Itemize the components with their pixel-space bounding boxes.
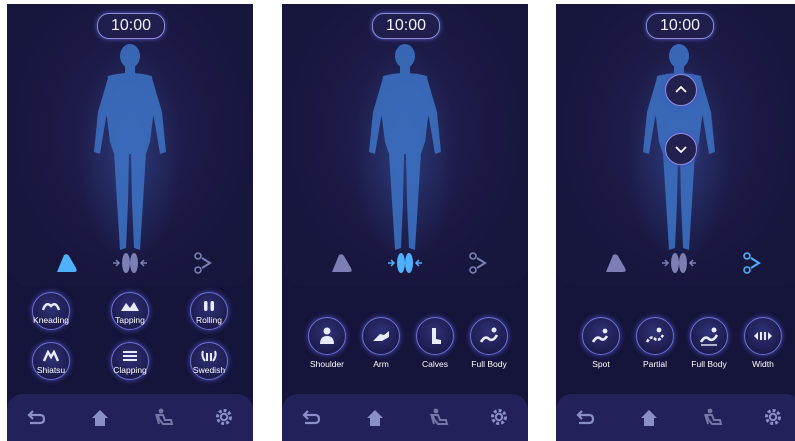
massage-chair-icon[interactable] (152, 406, 176, 430)
full-body-icon (699, 327, 719, 346)
calves-icon (432, 328, 441, 344)
mode-tabs (282, 244, 528, 282)
air-pressure-icon[interactable] (742, 251, 764, 275)
kneading-button[interactable]: Kneading (23, 292, 79, 330)
bottom-nav (7, 394, 253, 441)
screen-area-select: 10:00 Shoulder Arm Calves Full Body (282, 4, 528, 441)
button-label: Tapping (115, 315, 145, 325)
tapping-icon (121, 302, 139, 311)
back-icon[interactable] (25, 407, 47, 429)
home-icon[interactable] (364, 407, 386, 429)
tapping-button[interactable]: Tapping (102, 292, 158, 330)
settings-icon[interactable] (488, 406, 510, 428)
timer-display: 10:00 (97, 13, 165, 39)
swedish-icon (201, 350, 217, 362)
home-icon[interactable] (89, 407, 111, 429)
position-up-button[interactable] (665, 74, 697, 106)
bottom-nav (556, 394, 795, 441)
body-display (556, 4, 795, 286)
clapping-button[interactable]: Clapping (102, 342, 158, 380)
button-label: Full Body (471, 359, 507, 369)
position-down-button[interactable] (665, 133, 697, 165)
human-body-figure (369, 44, 441, 250)
mode-tabs (7, 244, 253, 282)
button-label: Rolling (196, 315, 222, 325)
full-body-button[interactable]: Full Body (681, 317, 737, 369)
home-icon[interactable] (638, 407, 660, 429)
timer-display: 10:00 (646, 13, 714, 39)
full-body-button[interactable]: Full Body (461, 317, 517, 369)
width-icon (754, 332, 772, 340)
arm-button[interactable]: Arm (353, 317, 409, 369)
spot-button[interactable]: Spot (573, 317, 629, 369)
body-display (7, 4, 253, 286)
settings-icon[interactable] (213, 406, 235, 428)
button-label: Shiatsu (36, 365, 66, 375)
shiatsu-icon (42, 350, 60, 362)
partial-icon (645, 327, 665, 343)
partial-button[interactable]: Partial (627, 317, 683, 369)
back-icon[interactable] (574, 407, 596, 429)
calves-button[interactable]: Calves (407, 317, 463, 369)
foot-width-icon[interactable] (660, 251, 698, 275)
foot-roller-icon[interactable] (329, 252, 355, 274)
air-pressure-icon[interactable] (193, 251, 215, 275)
settings-icon[interactable] (762, 406, 784, 428)
button-label: Kneading (33, 315, 69, 325)
air-pressure-icon[interactable] (468, 251, 490, 275)
mode-tabs (556, 244, 795, 282)
clapping-icon (123, 351, 137, 361)
foot-roller-icon[interactable] (54, 252, 80, 274)
shoulder-button[interactable]: Shoulder (299, 317, 355, 369)
width-button[interactable]: Width (735, 317, 791, 369)
shoulder-icon (320, 327, 334, 344)
back-icon[interactable] (300, 407, 322, 429)
bottom-nav (282, 394, 528, 441)
spot-icon (591, 328, 609, 343)
button-label: Clapping (113, 365, 147, 375)
foot-width-icon[interactable] (386, 251, 424, 275)
massage-chair-icon[interactable] (427, 406, 451, 430)
swedish-button[interactable]: Swedish (181, 342, 237, 380)
shiatsu-button[interactable]: Shiatsu (23, 342, 79, 380)
foot-roller-icon[interactable] (603, 252, 629, 274)
chevron-up-icon (675, 85, 687, 93)
button-label: Width (752, 359, 774, 369)
rolling-icon (204, 301, 214, 311)
rolling-button[interactable]: Rolling (181, 292, 237, 330)
body-display (282, 4, 528, 286)
full-body-icon (479, 327, 499, 343)
human-body-figure (94, 44, 166, 250)
chevron-down-icon (675, 146, 687, 154)
screen-range-select: 10:00 Spot Partial Full Body Width (556, 4, 795, 441)
arm-icon (373, 331, 389, 341)
foot-width-icon[interactable] (111, 251, 149, 275)
kneading-icon (41, 303, 61, 311)
timer-display: 10:00 (372, 13, 440, 39)
screen-technique-select: 10:00 Kneading Tapping Rolling Shiatsu C… (7, 4, 253, 441)
button-label: Swedish (192, 365, 226, 375)
massage-chair-icon[interactable] (701, 406, 725, 430)
